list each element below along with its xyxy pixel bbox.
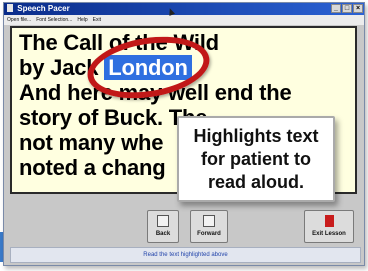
exit-icon: [324, 215, 334, 227]
highlighted-word: London: [104, 55, 192, 80]
window-controls: _ □ ×: [331, 4, 363, 13]
app-icon: [7, 4, 13, 12]
text-line-3: And here may well end the: [19, 80, 292, 105]
forward-icon: [203, 215, 215, 227]
forward-button-label: Forward: [197, 231, 221, 237]
back-button[interactable]: Back: [147, 210, 179, 243]
window-title: Speech Pacer: [17, 4, 70, 13]
minimize-icon[interactable]: _: [331, 4, 341, 13]
menu-help[interactable]: Help: [77, 15, 87, 25]
menu-font-selection[interactable]: Font Selection...: [36, 15, 72, 25]
text-line-2-prefix: by Jack: [19, 55, 105, 80]
instruction-bar: Read the text highlighted above: [10, 247, 361, 263]
maximize-icon[interactable]: □: [342, 4, 352, 13]
callout-line-2: for patient to: [201, 149, 311, 169]
close-icon[interactable]: ×: [353, 4, 363, 13]
title-bar: Speech Pacer _ □ ×: [4, 3, 364, 15]
forward-button[interactable]: Forward: [190, 210, 228, 243]
exit-lesson-button[interactable]: Exit Lesson: [304, 210, 354, 243]
menu-exit[interactable]: Exit: [93, 15, 101, 25]
menu-bar: Open file... Font Selection... Help Exit: [4, 15, 364, 25]
text-line-1: The Call of the Wild: [19, 30, 219, 55]
callout-line-3: read aloud.: [207, 172, 305, 192]
annotation-callout: Highlights text for patient to read alou…: [177, 116, 335, 202]
exit-button-label: Exit Lesson: [312, 231, 346, 237]
callout-line-1: Highlights text: [193, 126, 319, 146]
text-line-2: by Jack London: [19, 55, 355, 80]
menu-open-file[interactable]: Open file...: [7, 15, 31, 25]
back-icon: [157, 215, 169, 227]
back-button-label: Back: [155, 231, 171, 237]
app-window: Speech Pacer _ □ × Open file... Font Sel…: [3, 2, 365, 266]
